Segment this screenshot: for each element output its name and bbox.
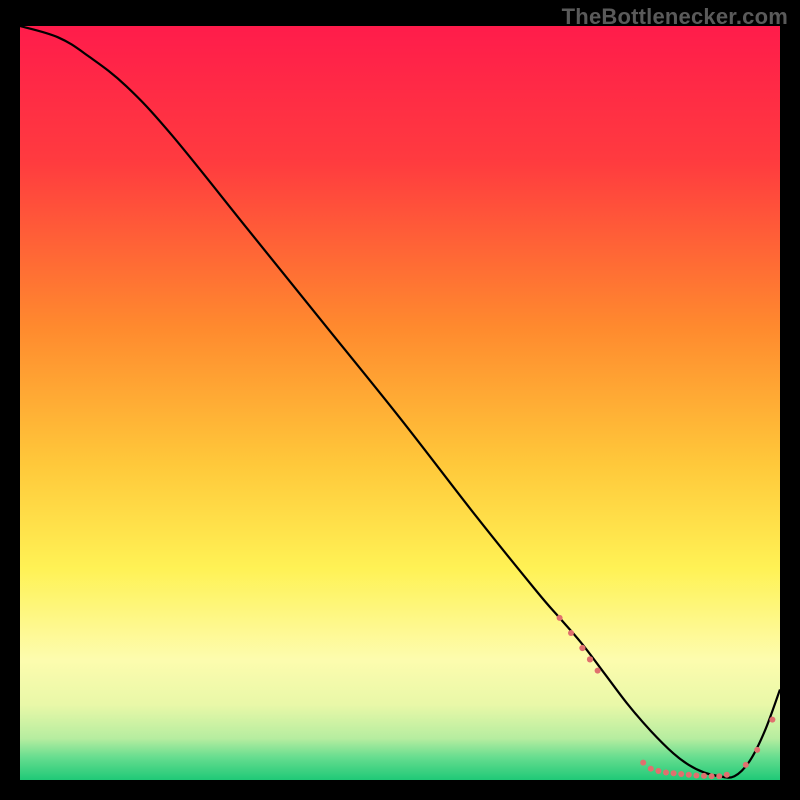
marker-dot [587, 656, 593, 662]
marker-dot [754, 747, 760, 753]
marker-dot [671, 770, 677, 776]
attribution-text: TheBottlenecker.com [562, 4, 788, 30]
chart-svg [20, 26, 780, 780]
marker-dot [724, 772, 730, 778]
marker-dot [648, 766, 654, 772]
marker-dot [769, 717, 775, 723]
marker-dot [743, 762, 749, 768]
marker-dot [701, 773, 707, 779]
marker-dot [655, 768, 661, 774]
marker-dot [678, 771, 684, 777]
marker-dot [579, 645, 585, 651]
marker-dot [686, 772, 692, 778]
marker-dot [663, 769, 669, 775]
marker-dot [568, 630, 574, 636]
marker-dot [640, 760, 646, 766]
marker-dot [693, 772, 699, 778]
marker-dot [709, 773, 715, 779]
marker-dot [557, 615, 563, 621]
chart-frame: TheBottlenecker.com [0, 0, 800, 800]
marker-dot [595, 668, 601, 674]
marker-dot [716, 773, 722, 779]
plot-area [20, 26, 780, 780]
gradient-rect [20, 26, 780, 780]
